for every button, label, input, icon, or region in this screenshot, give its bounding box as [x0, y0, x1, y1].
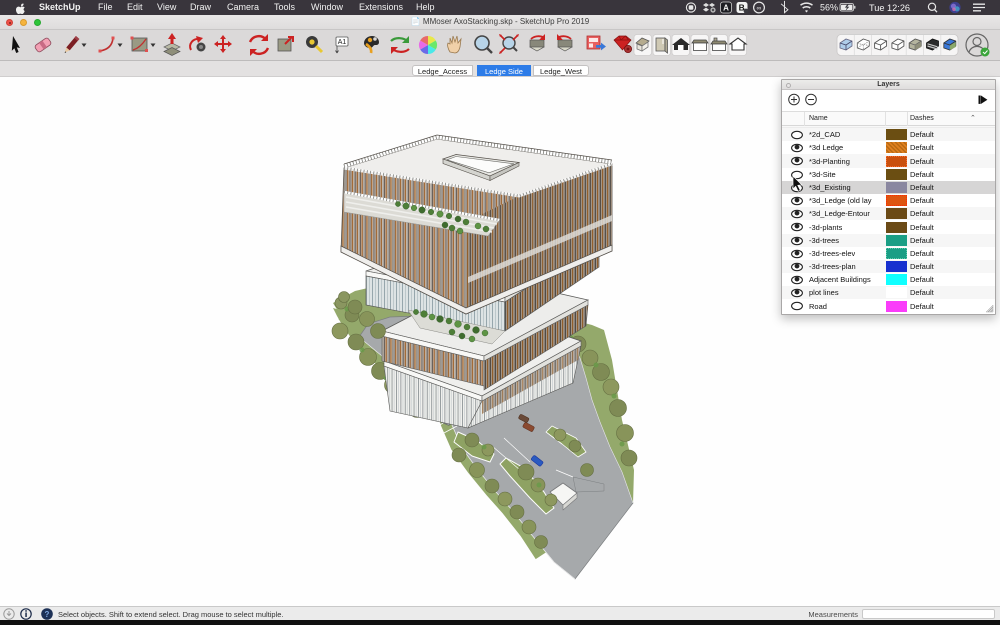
svg-text:∞: ∞: [757, 5, 762, 12]
svg-text:A1: A1: [338, 39, 347, 46]
svg-text:?: ?: [45, 610, 50, 619]
svg-text:56%: 56%: [820, 3, 838, 13]
svg-text:A: A: [723, 4, 729, 13]
svg-text:Tue 12:26: Tue 12:26: [869, 3, 910, 13]
